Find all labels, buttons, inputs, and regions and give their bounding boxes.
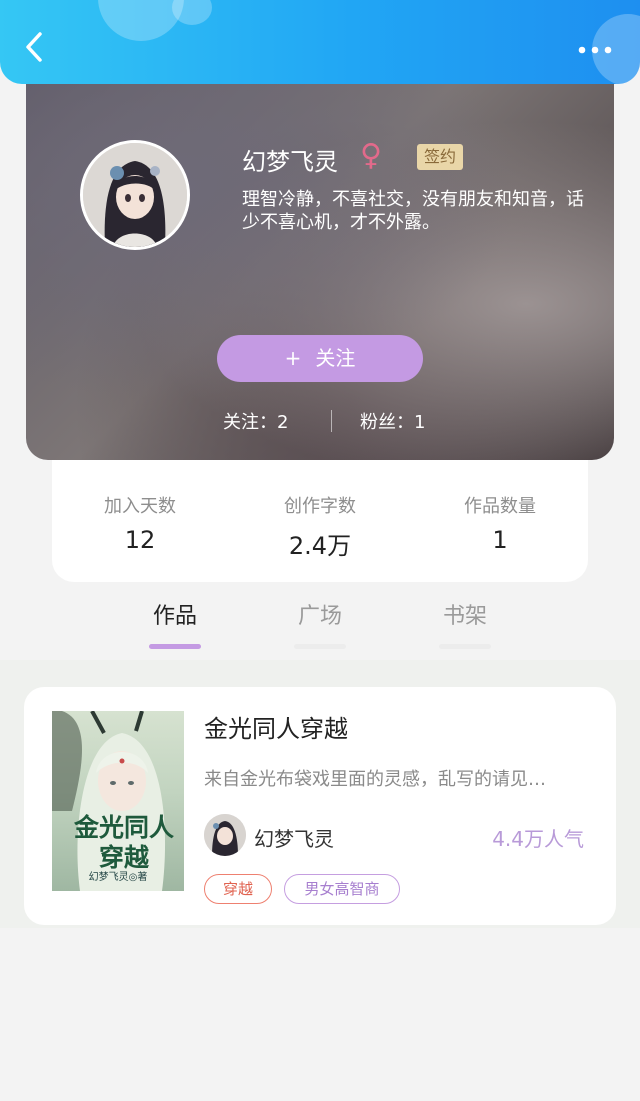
follow-label: 关注 [315, 346, 356, 370]
book-description: 来自金光布袋戏里面的灵感，乱写的请见… [204, 769, 546, 790]
tab-label: 书架 [442, 604, 487, 629]
author-avatar-image [204, 814, 246, 856]
stat-value: 12 [124, 526, 156, 554]
tab-label: 广场 [297, 604, 342, 629]
stat-works-count: 作品数量 1 [420, 492, 580, 554]
tab-indicator [294, 644, 346, 649]
following-count[interactable]: 关注：2 [223, 408, 288, 434]
avatar[interactable] [80, 140, 190, 250]
follow-button[interactable]: + 关注 [217, 335, 423, 382]
decor-bubble [172, 0, 212, 25]
header-bar [0, 0, 640, 84]
stat-label: 加入天数 [104, 496, 176, 517]
author-name: 幻梦飞灵 [254, 827, 334, 851]
popularity-count: 4.4万人气 [492, 827, 584, 851]
tab-indicator [149, 644, 201, 649]
tag-chuanyue[interactable]: 穿越 [204, 874, 272, 904]
profile-card: 幻梦飞灵 ♀ 签约 理智冷静，不喜社交，没有朋友和知音，话少不喜心机，才不外露。… [26, 70, 614, 460]
divider [331, 410, 332, 432]
female-icon: ♀ [360, 138, 382, 173]
stat-value: 1 [492, 526, 508, 554]
profile-bio: 理智冷静，不喜社交，没有朋友和知音，话少不喜心机，才不外露。 [242, 189, 584, 233]
stat-word-count: 创作字数 2.4万 [240, 492, 400, 561]
stat-join-days: 加入天数 12 [60, 492, 220, 554]
tab-indicator [439, 644, 491, 649]
tab-label: 作品 [152, 604, 197, 629]
tag-gao-zhishang[interactable]: 男女高智商 [284, 874, 400, 904]
plus-icon: + [284, 346, 302, 370]
book-cover[interactable]: 金光同人穿越 幻梦飞灵◎著 [52, 711, 184, 891]
back-icon[interactable] [18, 30, 52, 64]
more-icon[interactable] [576, 38, 616, 62]
stat-label: 创作字数 [284, 496, 356, 517]
tab-plaza[interactable]: 广场 [280, 598, 360, 649]
signed-badge: 签约 [417, 144, 463, 170]
stat-value: 2.4万 [288, 532, 352, 560]
fans-count[interactable]: 粉丝：1 [360, 408, 425, 434]
author-avatar [204, 814, 246, 856]
stats-card: 加入天数 12 创作字数 2.4万 作品数量 1 [52, 440, 588, 582]
tab-bookshelf[interactable]: 书架 [425, 598, 505, 649]
cover-author: 幻梦飞灵◎著 [88, 872, 148, 883]
tab-works[interactable]: 作品 [135, 598, 215, 649]
cover-title: 金光同人穿越 [73, 813, 174, 872]
profile-name: 幻梦飞灵 [242, 148, 338, 176]
book-card[interactable]: 金光同人穿越 幻梦飞灵◎著 金光同人穿越 来自金光布袋戏里面的灵感，乱写的请见…… [24, 687, 616, 925]
avatar-image [83, 143, 187, 247]
book-title[interactable]: 金光同人穿越 [204, 709, 348, 744]
stat-label: 作品数量 [464, 496, 536, 517]
